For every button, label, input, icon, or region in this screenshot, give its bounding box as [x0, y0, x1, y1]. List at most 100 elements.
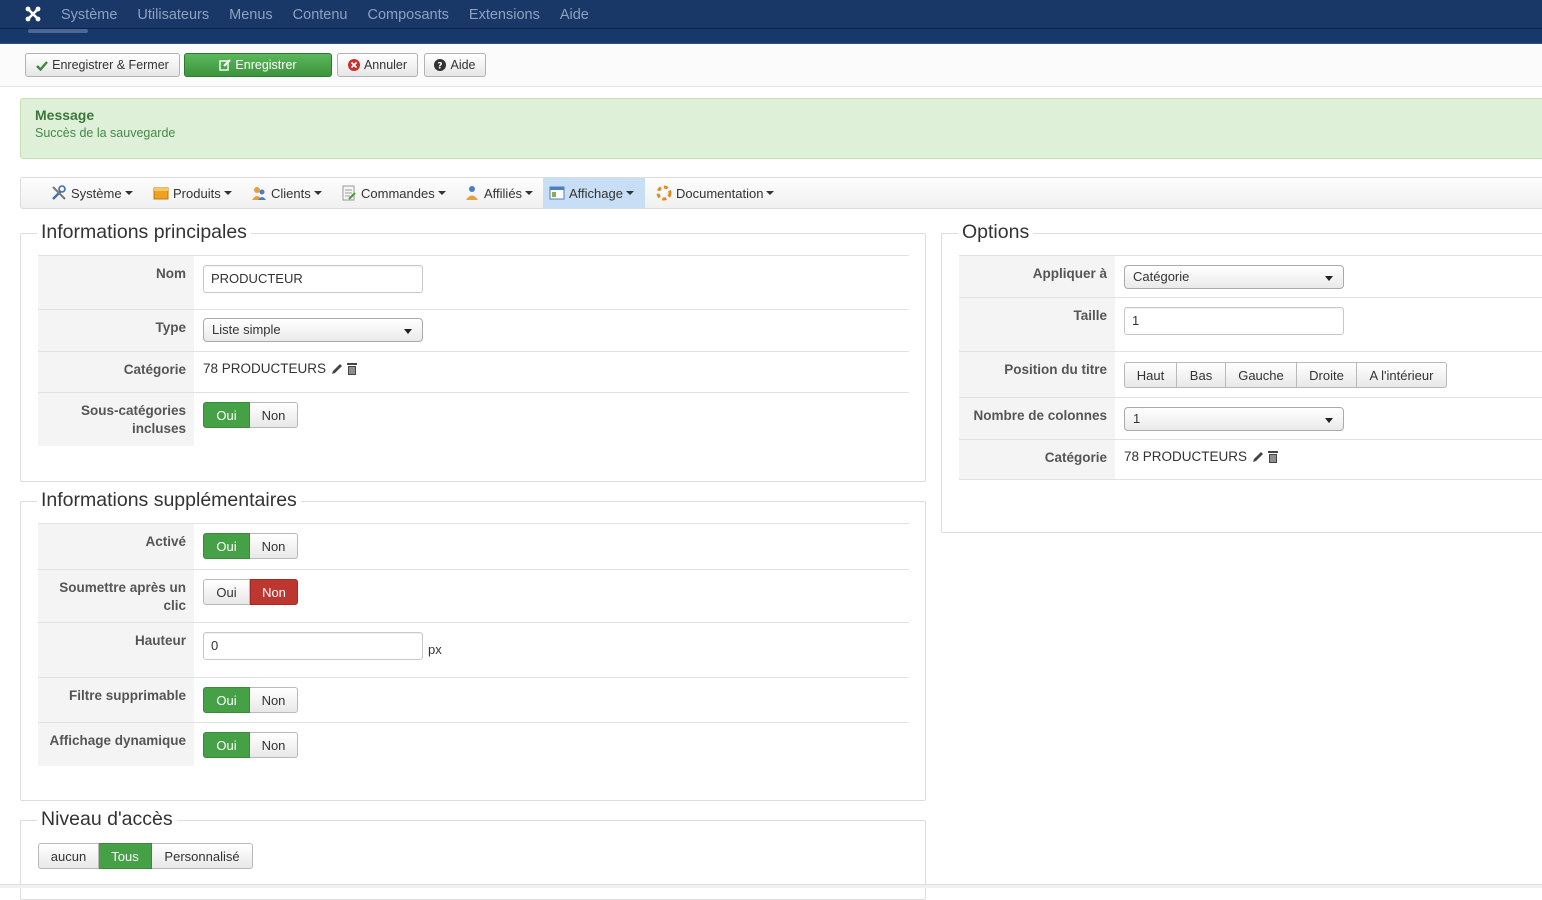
active-no-button[interactable]: Non [250, 533, 298, 559]
save-close-label: Enregistrer & Fermer [52, 58, 169, 72]
access-all-button[interactable]: Tous [99, 843, 152, 869]
row-title-position: Position du titre Haut Bas Gauche Droite… [959, 351, 1542, 397]
active-label: Activé [38, 524, 194, 569]
row-options-categorie: Catégorie 78 PRODUCTEURS [959, 439, 1542, 480]
save-button[interactable]: Enregistrer [184, 53, 332, 77]
submenu-documentation[interactable]: Documentation [650, 178, 780, 208]
dynamic-display-toggle: Oui Non [203, 732, 298, 758]
submenu-produits-label: Produits [173, 185, 221, 201]
apply-to-select[interactable]: Catégorie [1124, 265, 1344, 289]
title-position-droite-button[interactable]: Droite [1297, 362, 1357, 388]
dynamic-yes-button[interactable]: Oui [203, 732, 250, 758]
subcategories-yes-button[interactable]: Oui [203, 402, 250, 428]
main-info-fieldset: Informations principales Nom PRODUCTEUR … [20, 221, 926, 482]
options-categorie-label: Catégorie [959, 440, 1115, 479]
extra-info-legend: Informations supplémentaires [37, 489, 301, 512]
topnav-composants[interactable]: Composants [368, 7, 449, 23]
svg-text:?: ? [438, 62, 443, 72]
height-input[interactable]: 0 [203, 632, 423, 660]
joomla-logo-icon[interactable] [24, 5, 42, 23]
save-label: Enregistrer [235, 58, 297, 72]
submit-no-button[interactable]: Non [250, 579, 298, 605]
access-level-group: aucun Tous Personnalisé [38, 843, 253, 869]
pencil-icon[interactable] [1251, 450, 1265, 464]
title-position-haut-button[interactable]: Haut [1124, 362, 1177, 388]
options-categorie-value-text: 78 PRODUCTEURS [1124, 449, 1248, 464]
topnav-extensions[interactable]: Extensions [469, 7, 540, 23]
topnav-systeme[interactable]: Système [61, 7, 117, 23]
title-position-interieur-button[interactable]: A l'intérieur [1357, 362, 1447, 388]
submenu-produits[interactable]: Produits [147, 178, 238, 208]
row-active: Activé Oui Non [38, 523, 909, 569]
cancel-button[interactable]: Annuler [337, 53, 418, 77]
help-button[interactable]: ? Aide [424, 53, 486, 77]
categorie-value-text: 78 PRODUCTEURS [203, 361, 327, 376]
subcategories-label: Sous-catégories incluses [38, 393, 194, 446]
nom-label: Nom [38, 256, 194, 309]
subcategories-no-button[interactable]: Non [250, 402, 298, 428]
columns-select[interactable]: 1 [1124, 407, 1344, 431]
submenu-systeme[interactable]: Système [45, 178, 139, 208]
submenu-clients[interactable]: Clients [245, 178, 328, 208]
trash-icon[interactable] [346, 362, 358, 376]
categorie-label: Catégorie [38, 352, 194, 392]
type-select-value: Liste simple [212, 322, 281, 337]
save-close-button[interactable]: Enregistrer & Fermer [25, 53, 180, 77]
submenu-affichage[interactable]: Affichage [543, 178, 645, 208]
title-position-bas-button[interactable]: Bas [1177, 362, 1226, 388]
question-circle-icon: ? [434, 59, 447, 72]
options-fieldset: Options Appliquer à Catégorie Taille 1 P… [941, 221, 1542, 533]
topnav-aide[interactable]: Aide [560, 7, 589, 23]
submenu-affichage-label: Affichage [569, 185, 623, 201]
dynamic-no-button[interactable]: Non [250, 732, 298, 758]
access-custom-button[interactable]: Personnalisé [152, 843, 253, 869]
component-submenu: Système Produits Clients Commandes Affil… [20, 177, 1542, 209]
row-type: Type Liste simple [38, 309, 909, 351]
affiliates-icon [466, 186, 478, 200]
deletable-filter-toggle: Oui Non [203, 687, 298, 713]
type-select[interactable]: Liste simple [203, 318, 423, 342]
topnav-utilisateurs[interactable]: Utilisateurs [137, 7, 209, 23]
trash-icon[interactable] [1267, 450, 1279, 464]
active-toggle: Oui Non [203, 533, 298, 559]
submenu-commandes[interactable]: Commandes [335, 178, 452, 208]
title-position-gauche-button[interactable]: Gauche [1226, 362, 1297, 388]
cancel-circle-icon [347, 59, 360, 71]
deletable-filter-label: Filtre supprimable [38, 678, 194, 722]
topnav-contenu[interactable]: Contenu [293, 7, 348, 23]
deletable-yes-button[interactable]: Oui [203, 687, 250, 713]
row-submit-on-click: Soumettre après un clic Oui Non [38, 569, 909, 622]
type-label: Type [38, 310, 194, 351]
columns-select-value: 1 [1133, 411, 1141, 426]
page-bottom-edge [0, 884, 1542, 888]
apply-to-label: Appliquer à [959, 256, 1115, 297]
access-level-fieldset: Niveau d'accès aucun Tous Personnalisé [20, 808, 926, 900]
title-position-group: Haut Bas Gauche Droite A l'intérieur [1124, 362, 1447, 388]
pencil-icon[interactable] [330, 362, 344, 376]
submenu-affilies-label: Affiliés [484, 185, 523, 201]
tools-icon [52, 185, 66, 200]
access-level-legend: Niveau d'accès [37, 808, 177, 831]
deletable-no-button[interactable]: Non [250, 687, 298, 713]
submenu-systeme-label: Système [71, 185, 122, 201]
access-none-button[interactable]: aucun [38, 843, 99, 869]
active-yes-button[interactable]: Oui [203, 533, 250, 559]
submenu-affilies[interactable]: Affiliés [458, 178, 539, 208]
product-box-icon [153, 187, 169, 200]
edit-icon [219, 59, 232, 71]
orders-icon [342, 185, 356, 201]
row-deletable-filter: Filtre supprimable Oui Non [38, 677, 909, 722]
documentation-lifebuoy-icon [656, 185, 672, 201]
row-dynamic-display: Affichage dynamique Oui Non [38, 722, 909, 766]
dropdown-arrow-icon [404, 329, 412, 334]
height-unit: px [428, 642, 442, 657]
submit-yes-button[interactable]: Oui [203, 579, 250, 605]
topnav-menus[interactable]: Menus [229, 7, 273, 23]
size-input[interactable]: 1 [1124, 307, 1344, 335]
row-columns: Nombre de colonnes 1 [959, 397, 1542, 439]
dropdown-arrow-icon [1325, 276, 1333, 281]
row-subcategories: Sous-catégories incluses Oui Non [38, 392, 909, 446]
options-legend: Options [958, 221, 1034, 244]
toolbar: Enregistrer & Fermer Enregistrer Annuler… [0, 44, 1542, 87]
nom-input[interactable]: PRODUCTEUR [203, 265, 423, 293]
